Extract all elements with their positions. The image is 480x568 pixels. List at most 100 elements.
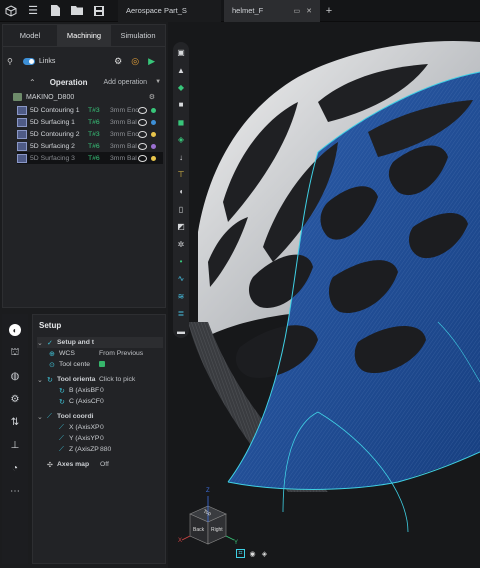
operation-tool-desc: 3mm Bal — [110, 154, 137, 162]
tab-aerospace-part[interactable]: Aerospace Part_S — [118, 0, 221, 22]
zoom-fit-icon[interactable]: ⌗ — [236, 549, 245, 558]
axis-value[interactable]: 880 — [100, 446, 111, 453]
settings-gear-icon[interactable]: ⚙ — [114, 56, 122, 67]
visibility-toggle-icon[interactable] — [138, 118, 147, 126]
operation-tool-desc: 3mm Bal — [110, 118, 137, 126]
axis-value[interactable]: 0 — [100, 398, 104, 405]
tab-model[interactable]: Model — [3, 25, 57, 46]
tab-label: helmet_F — [232, 6, 264, 15]
axis-value[interactable]: 0 — [100, 387, 104, 394]
links-icon[interactable]: ⇅ — [8, 417, 22, 428]
tab-simulation[interactable]: Simulation — [111, 25, 165, 46]
setup-row-label: X (AxisXP — [69, 424, 100, 431]
wcs-icon: ⊕ — [49, 350, 55, 358]
cube-logo-icon[interactable] — [0, 0, 22, 22]
window-icon[interactable]: ▭ — [294, 7, 301, 15]
roughing-icon[interactable]: ◼ — [176, 116, 186, 129]
surface-icon[interactable]: ◆ — [176, 81, 186, 94]
operation-tool: T#6 — [88, 118, 100, 126]
shading-icon[interactable]: ◉ — [248, 549, 257, 558]
surfacing-icon — [17, 141, 27, 151]
operation-row[interactable]: 5D Contouring 1 T#3 3mm Enc — [17, 104, 163, 116]
visibility-toggle-icon[interactable] — [138, 142, 147, 150]
setup-icon[interactable]: ◐ — [9, 324, 21, 336]
strategy-icon[interactable]: ◍ — [8, 371, 22, 382]
box-icon[interactable]: ■ — [176, 98, 186, 111]
axis-value[interactable]: 0 — [100, 424, 104, 431]
new-tab-button[interactable]: + — [322, 0, 336, 22]
calculate-icon[interactable]: ◎ — [131, 56, 139, 67]
dropdown-caret-icon[interactable]: ▼ — [155, 79, 161, 85]
surfacing-icon — [17, 117, 27, 127]
rotation-axis-icon: ↻ — [59, 398, 65, 406]
chamfer-icon[interactable]: ◩ — [176, 220, 186, 233]
tab-helmet[interactable]: helmet_F ▭ ✕ — [224, 0, 320, 22]
operation-name: 5D Surfacing 2 — [30, 142, 75, 150]
wcs-value[interactable]: From Previous — [99, 350, 143, 357]
expand-chevron-icon[interactable]: ⌄ — [37, 339, 47, 347]
add-operation-button[interactable]: Add operation — [103, 79, 147, 86]
folder-icon[interactable] — [66, 0, 88, 22]
expand-chevron-icon[interactable]: ⌄ — [37, 413, 47, 421]
play-icon[interactable]: ▶ — [148, 56, 155, 67]
more-icon[interactable]: ⋯ — [8, 486, 22, 497]
tool-coordinates-row[interactable]: ⌄ ⟋ Tool coordi — [37, 411, 163, 422]
finishing-icon[interactable]: ◈ — [176, 133, 186, 146]
expand-chevron-icon[interactable]: ⌄ — [37, 376, 47, 384]
operation-row[interactable]: 5D Surfacing 1 T#6 3mm Bal — [17, 116, 163, 128]
link-tool-icon[interactable]: ⚲ — [7, 57, 13, 66]
axis-y-label: Y — [234, 540, 239, 546]
tool-orientation-row[interactable]: ⌄ ↻ Tool orienta Click to pick — [37, 374, 163, 385]
holder-icon[interactable]: ▯ — [176, 203, 186, 216]
operation-row-selected[interactable]: 5D Surfacing 3 T#6 3mm Bal — [17, 152, 163, 164]
operation-row[interactable]: 5D Contouring 2 T#3 3mm Enc — [17, 128, 163, 140]
pattern-icon[interactable]: ✲ — [176, 237, 186, 250]
point-icon[interactable]: • — [176, 255, 186, 268]
tab-machining[interactable]: Machining — [57, 25, 111, 46]
tool-icon[interactable]: ◖ — [176, 185, 186, 198]
layers-icon[interactable]: ≣ — [176, 307, 186, 320]
axis-y-row[interactable]: ⟋ Y (AxisYP 0 — [59, 433, 163, 444]
operation-title: Operation — [49, 77, 88, 87]
3d-viewport[interactable] — [168, 22, 480, 568]
tool-center-row[interactable]: ⊙ Tool cente — [49, 359, 163, 370]
hamburger-menu-icon[interactable]: ☰ — [22, 0, 44, 22]
visibility-toggle-icon[interactable] — [138, 154, 147, 162]
axis-z-row[interactable]: ⟋ Z (AxisZP 880 — [59, 444, 163, 455]
axis-c-row[interactable]: ↻ C (AxisCF 0 — [59, 396, 163, 407]
visibility-toggle-icon[interactable] — [138, 106, 147, 114]
machine-settings-icon[interactable]: ⚙ — [149, 93, 155, 101]
axes-map-value[interactable]: Off — [100, 461, 109, 468]
tool-center-checkbox[interactable] — [99, 360, 105, 369]
simulate-icon[interactable]: ▬ — [176, 325, 186, 338]
settings-icon[interactable]: ⚙ — [8, 394, 22, 405]
new-file-icon[interactable] — [44, 0, 66, 22]
setup-group-row[interactable]: ⌄ ✓ Setup and t — [37, 337, 163, 348]
feeds-icon[interactable]: ◔ — [8, 463, 22, 474]
probe-icon[interactable]: ⊤ — [176, 168, 186, 181]
axes-map-row[interactable]: ✣ Axes map Off — [47, 459, 163, 470]
wcs-row[interactable]: ⊕ WCS From Previous — [49, 348, 163, 359]
drill-icon[interactable]: ↓ — [176, 150, 186, 163]
machine-row[interactable]: MAKINO_D800 ⚙ — [13, 92, 163, 102]
curve-icon[interactable]: ∿ — [176, 272, 186, 285]
tool-axis-icon[interactable]: ⊥ — [8, 440, 22, 451]
operation-row[interactable]: 5D Surfacing 2 T#6 3mm Bal — [17, 140, 163, 152]
axis-value[interactable]: 0 — [100, 435, 104, 442]
axis-x-row[interactable]: ⟋ X (AxisXP 0 — [59, 422, 163, 433]
stock-icon[interactable]: ▣ — [176, 46, 186, 59]
orientation-icon: ↻ — [47, 376, 53, 384]
collapse-chevron-icon[interactable]: ⌃ — [29, 78, 36, 87]
close-icon[interactable]: ✕ — [306, 7, 312, 15]
fixture-icon[interactable]: ▲ — [176, 63, 186, 76]
axis-b-row[interactable]: ↻ B (AxisBF 0 — [59, 385, 163, 396]
pick-value[interactable]: Click to pick — [99, 376, 135, 383]
visibility-toggle-icon[interactable] — [138, 130, 147, 138]
tool-holder-icon[interactable]: ⛫ — [8, 347, 22, 359]
save-icon[interactable] — [88, 0, 110, 22]
flowline-icon[interactable]: ≋ — [176, 290, 186, 303]
view-cube[interactable]: Top Back Right Z X Y — [178, 488, 242, 558]
view-mode-icon[interactable]: ◈ — [260, 549, 269, 558]
links-toggle[interactable] — [23, 57, 35, 65]
machine-name: MAKINO_D800 — [26, 93, 75, 101]
